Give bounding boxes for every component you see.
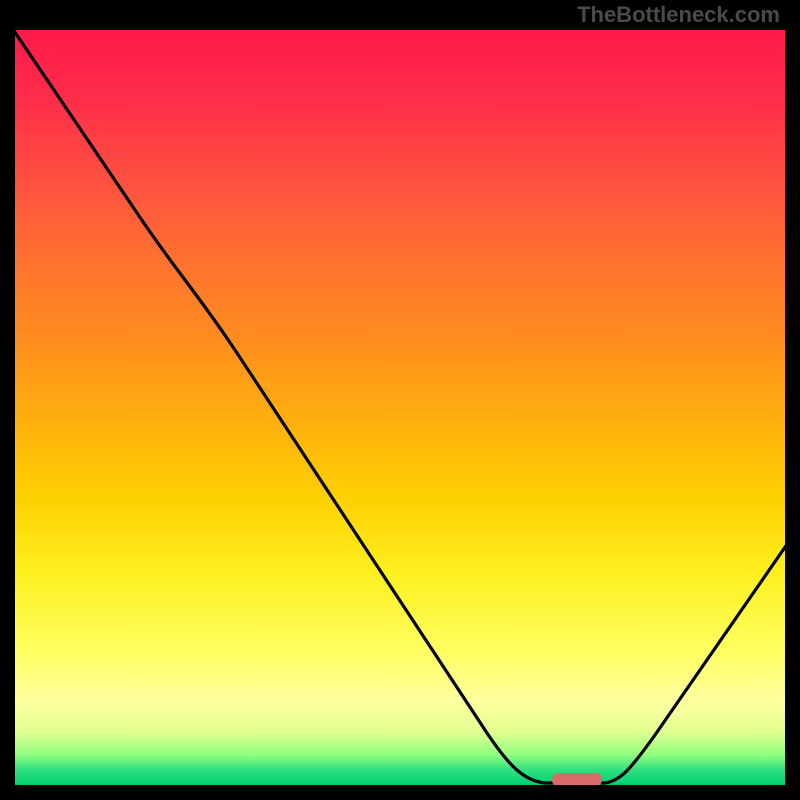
watermark-text: TheBottleneck.com xyxy=(577,2,780,28)
optimal-marker xyxy=(552,773,602,785)
bottleneck-curve-path xyxy=(15,30,785,783)
chart-plot-area xyxy=(15,30,785,785)
chart-curve xyxy=(15,30,785,785)
